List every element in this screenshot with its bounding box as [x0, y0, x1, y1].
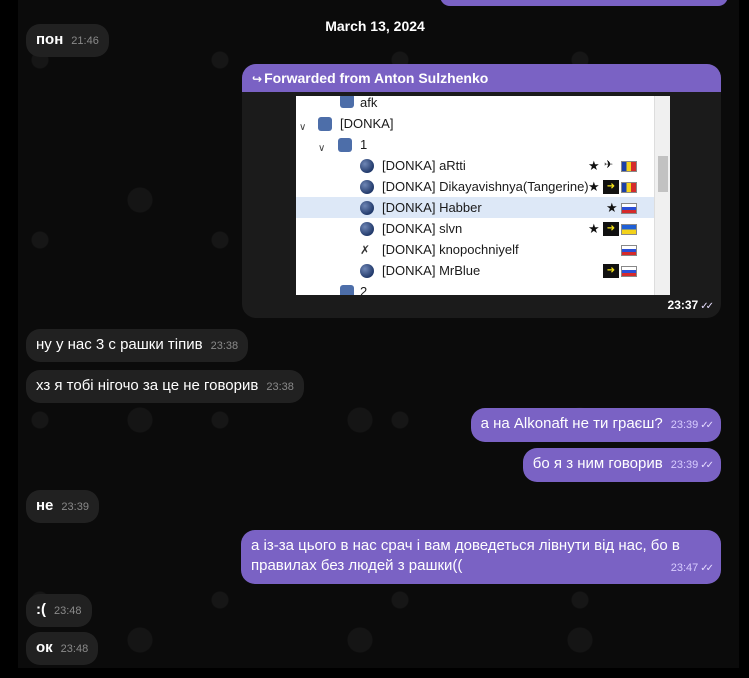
tree-row: ✗ [DONKA] knopochniyelf — [296, 239, 654, 260]
forwarded-header[interactable]: ↪ Forwarded from Anton Sulzhenko — [242, 64, 721, 92]
scrollbar-thumb — [658, 156, 668, 192]
message-text: а на Alkonaft не ти граєш? — [480, 415, 663, 432]
message-time: 23:48 — [60, 643, 89, 655]
message-time: 21:46 — [71, 35, 99, 47]
star-icon: ★ — [606, 200, 618, 215]
window-frame-bottom — [0, 668, 749, 678]
message-text: ок — [36, 639, 53, 656]
read-checkmarks-icon: ✓✓ — [700, 460, 714, 471]
previous-outgoing-message-edge[interactable] — [440, 0, 728, 6]
tree-row: ∨ [DONKA] — [296, 113, 654, 134]
incoming-message[interactable]: ну у нас 3 с рашки тіпив 23:38 — [26, 329, 249, 362]
badge-icon: ➜ — [603, 222, 619, 236]
ukraine-flag-icon — [621, 224, 637, 235]
tree-row: [DONKA] slvn ★ ➜ — [296, 218, 654, 239]
window-frame-left — [0, 0, 18, 678]
channel-icon — [338, 138, 352, 152]
incoming-message[interactable]: пон 21:46 — [26, 24, 109, 57]
message-time: 23:47 — [670, 562, 699, 574]
badge-icon: ➜ — [603, 264, 619, 278]
tree-label: afk — [360, 96, 378, 110]
outgoing-message[interactable]: а із-за цього в нас срач і вам доведетьс… — [241, 530, 721, 584]
message-time: 23:37 ✓✓ — [667, 298, 714, 312]
message-text: :( — [36, 601, 46, 618]
message-text: пон — [36, 31, 64, 48]
message-text-line2: правилах без людей з рашки(( — [251, 557, 463, 574]
outgoing-message[interactable]: а на Alkonaft не ти граєш? 23:39 ✓✓ — [470, 408, 721, 442]
muted-client-icon: ✗ — [360, 243, 371, 257]
message-time: 23:38 — [266, 381, 294, 393]
client-icon — [360, 264, 374, 278]
tree-label: [DONKA] knopochniyelf — [382, 242, 519, 257]
client-icon — [360, 201, 374, 215]
star-icon: ★ — [588, 221, 600, 236]
client-icon — [360, 159, 374, 173]
client-icon — [360, 180, 374, 194]
channel-icon — [340, 96, 354, 108]
incoming-message[interactable]: не 23:39 — [26, 490, 99, 523]
star-icon: ★ — [588, 158, 600, 173]
outgoing-message[interactable]: бо я з ним говорив 23:39 ✓✓ — [522, 448, 721, 482]
message-text-line: а із-за цього в нас срач і вам доведетьс… — [251, 537, 680, 554]
star-icon: ★ — [588, 179, 600, 194]
tree-row: afk — [296, 96, 654, 113]
tree-label: [DONKA] Habber — [382, 200, 482, 215]
tree-label: [DONKA] slvn — [382, 221, 463, 236]
russia-flag-icon — [621, 203, 637, 214]
romania-flag-icon — [621, 161, 637, 172]
message-time: 23:39 — [670, 419, 699, 431]
incoming-message[interactable]: ок 23:48 — [26, 632, 99, 665]
channel-icon — [318, 117, 332, 131]
tree-label: [DONKA] — [340, 116, 394, 131]
message-text: бо я з ним говорив — [532, 455, 663, 472]
forwarded-message[interactable]: ↪ Forwarded from Anton Sulzhenko afk ∨ [D… — [242, 64, 721, 318]
read-checkmarks-icon: ✓✓ — [700, 301, 714, 312]
message-text-line: правилах без людей з рашки(( — [251, 556, 711, 576]
incoming-message[interactable]: :( 23:48 — [26, 594, 92, 627]
message-text: не — [36, 497, 54, 514]
date-separator: March 13, 2024 — [325, 18, 425, 34]
message-time: 23:39 — [670, 459, 699, 471]
message-time: 23:38 — [210, 340, 239, 352]
tree-label: 1 — [360, 137, 368, 152]
tree-row: [DONKA] aRtti ★ ✈ — [296, 155, 654, 176]
channel-icon — [340, 285, 354, 295]
message-text: хз я тобі нігочо за це не говорив — [36, 377, 259, 394]
forward-icon: ↪ — [252, 72, 263, 86]
message-time: 23:39 — [61, 501, 89, 513]
tree-label: [DONKA] Dikayavishnya(Tangerine) — [382, 179, 589, 194]
tree-label: [DONKA] MrBlue — [382, 263, 481, 278]
client-icon — [360, 222, 374, 236]
message-time: 23:48 — [54, 605, 82, 617]
read-checkmarks-icon: ✓✓ — [700, 420, 714, 431]
scrollbar — [654, 96, 670, 295]
badge-icon: ➜ — [603, 180, 619, 194]
forwarded-from-label: Forwarded from Anton Sulzhenko — [264, 70, 489, 86]
message-text: ну у нас 3 с рашки тіпив — [36, 336, 203, 353]
tree-row: [DONKA] MrBlue ➜ — [296, 260, 654, 281]
window-frame-right — [739, 0, 749, 678]
russia-flag-icon — [621, 245, 637, 256]
russia-flag-icon — [621, 266, 637, 277]
tree-row-selected: [DONKA] Habber ★ — [296, 197, 654, 218]
tree-row: [DONKA] Dikayavishnya(Tangerine) ★ ➜ — [296, 176, 654, 197]
read-checkmarks-icon: ✓✓ — [700, 563, 714, 574]
tree-row: ∨ 1 — [296, 134, 654, 155]
tree-label: 2 — [360, 284, 368, 295]
time-value: 23:37 — [667, 298, 699, 312]
plane-icon: ✈ — [604, 159, 614, 171]
message-meta: 23:47 ✓✓ — [663, 557, 714, 579]
tree-row: 2 — [296, 281, 654, 295]
forwarded-image[interactable]: afk ∨ [DONKA] ∨ 1 [DONKA] aRtti ★ ✈ [DON… — [296, 96, 670, 295]
tree-label: [DONKA] aRtti — [382, 158, 466, 173]
romania-flag-icon — [621, 182, 637, 193]
incoming-message[interactable]: хз я тобі нігочо за це не говорив 23:38 — [26, 370, 304, 403]
